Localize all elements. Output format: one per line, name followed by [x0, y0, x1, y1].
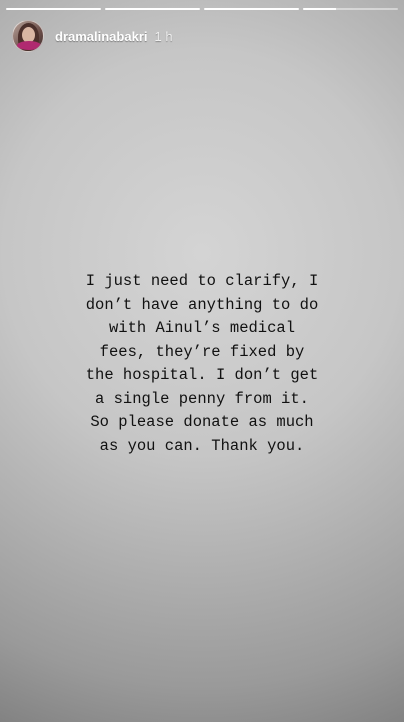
story-progress-fill	[303, 8, 337, 10]
story-text-line: the hospital. I don’t get	[85, 366, 319, 384]
story-text-line: don’t have anything to do	[85, 295, 319, 314]
story-progress-fill	[204, 8, 299, 10]
story-progress-segment	[6, 8, 101, 10]
story-progress-segment	[204, 8, 299, 10]
story-text-line: with Ainul’s medical	[108, 319, 296, 337]
story-progress-segment	[303, 8, 398, 10]
story-text-line: a single penny from it.	[95, 389, 309, 408]
story-text-line: I just need to clarify, I	[85, 272, 319, 290]
story-progress-bars	[6, 8, 398, 10]
username[interactable]: dramalinabakri	[55, 29, 148, 44]
story-header: dramalinabakri 1 h	[12, 20, 392, 52]
story-progress-fill	[6, 8, 101, 10]
story-viewer[interactable]: dramalinabakri 1 h I just need to clarif…	[0, 0, 404, 722]
story-progress-fill	[105, 8, 200, 10]
avatar[interactable]	[12, 20, 44, 52]
story-text-line: fees, they’re fixed by	[99, 342, 305, 361]
avatar-clothing	[17, 41, 41, 50]
story-text-line: So please donate as much	[90, 413, 314, 431]
story-progress-segment	[105, 8, 200, 10]
story-text-line: as you can. Thank you.	[99, 436, 305, 455]
story-text: I just need to clarify, I don’t have any…	[36, 270, 368, 458]
timestamp: 1 h	[154, 28, 173, 44]
